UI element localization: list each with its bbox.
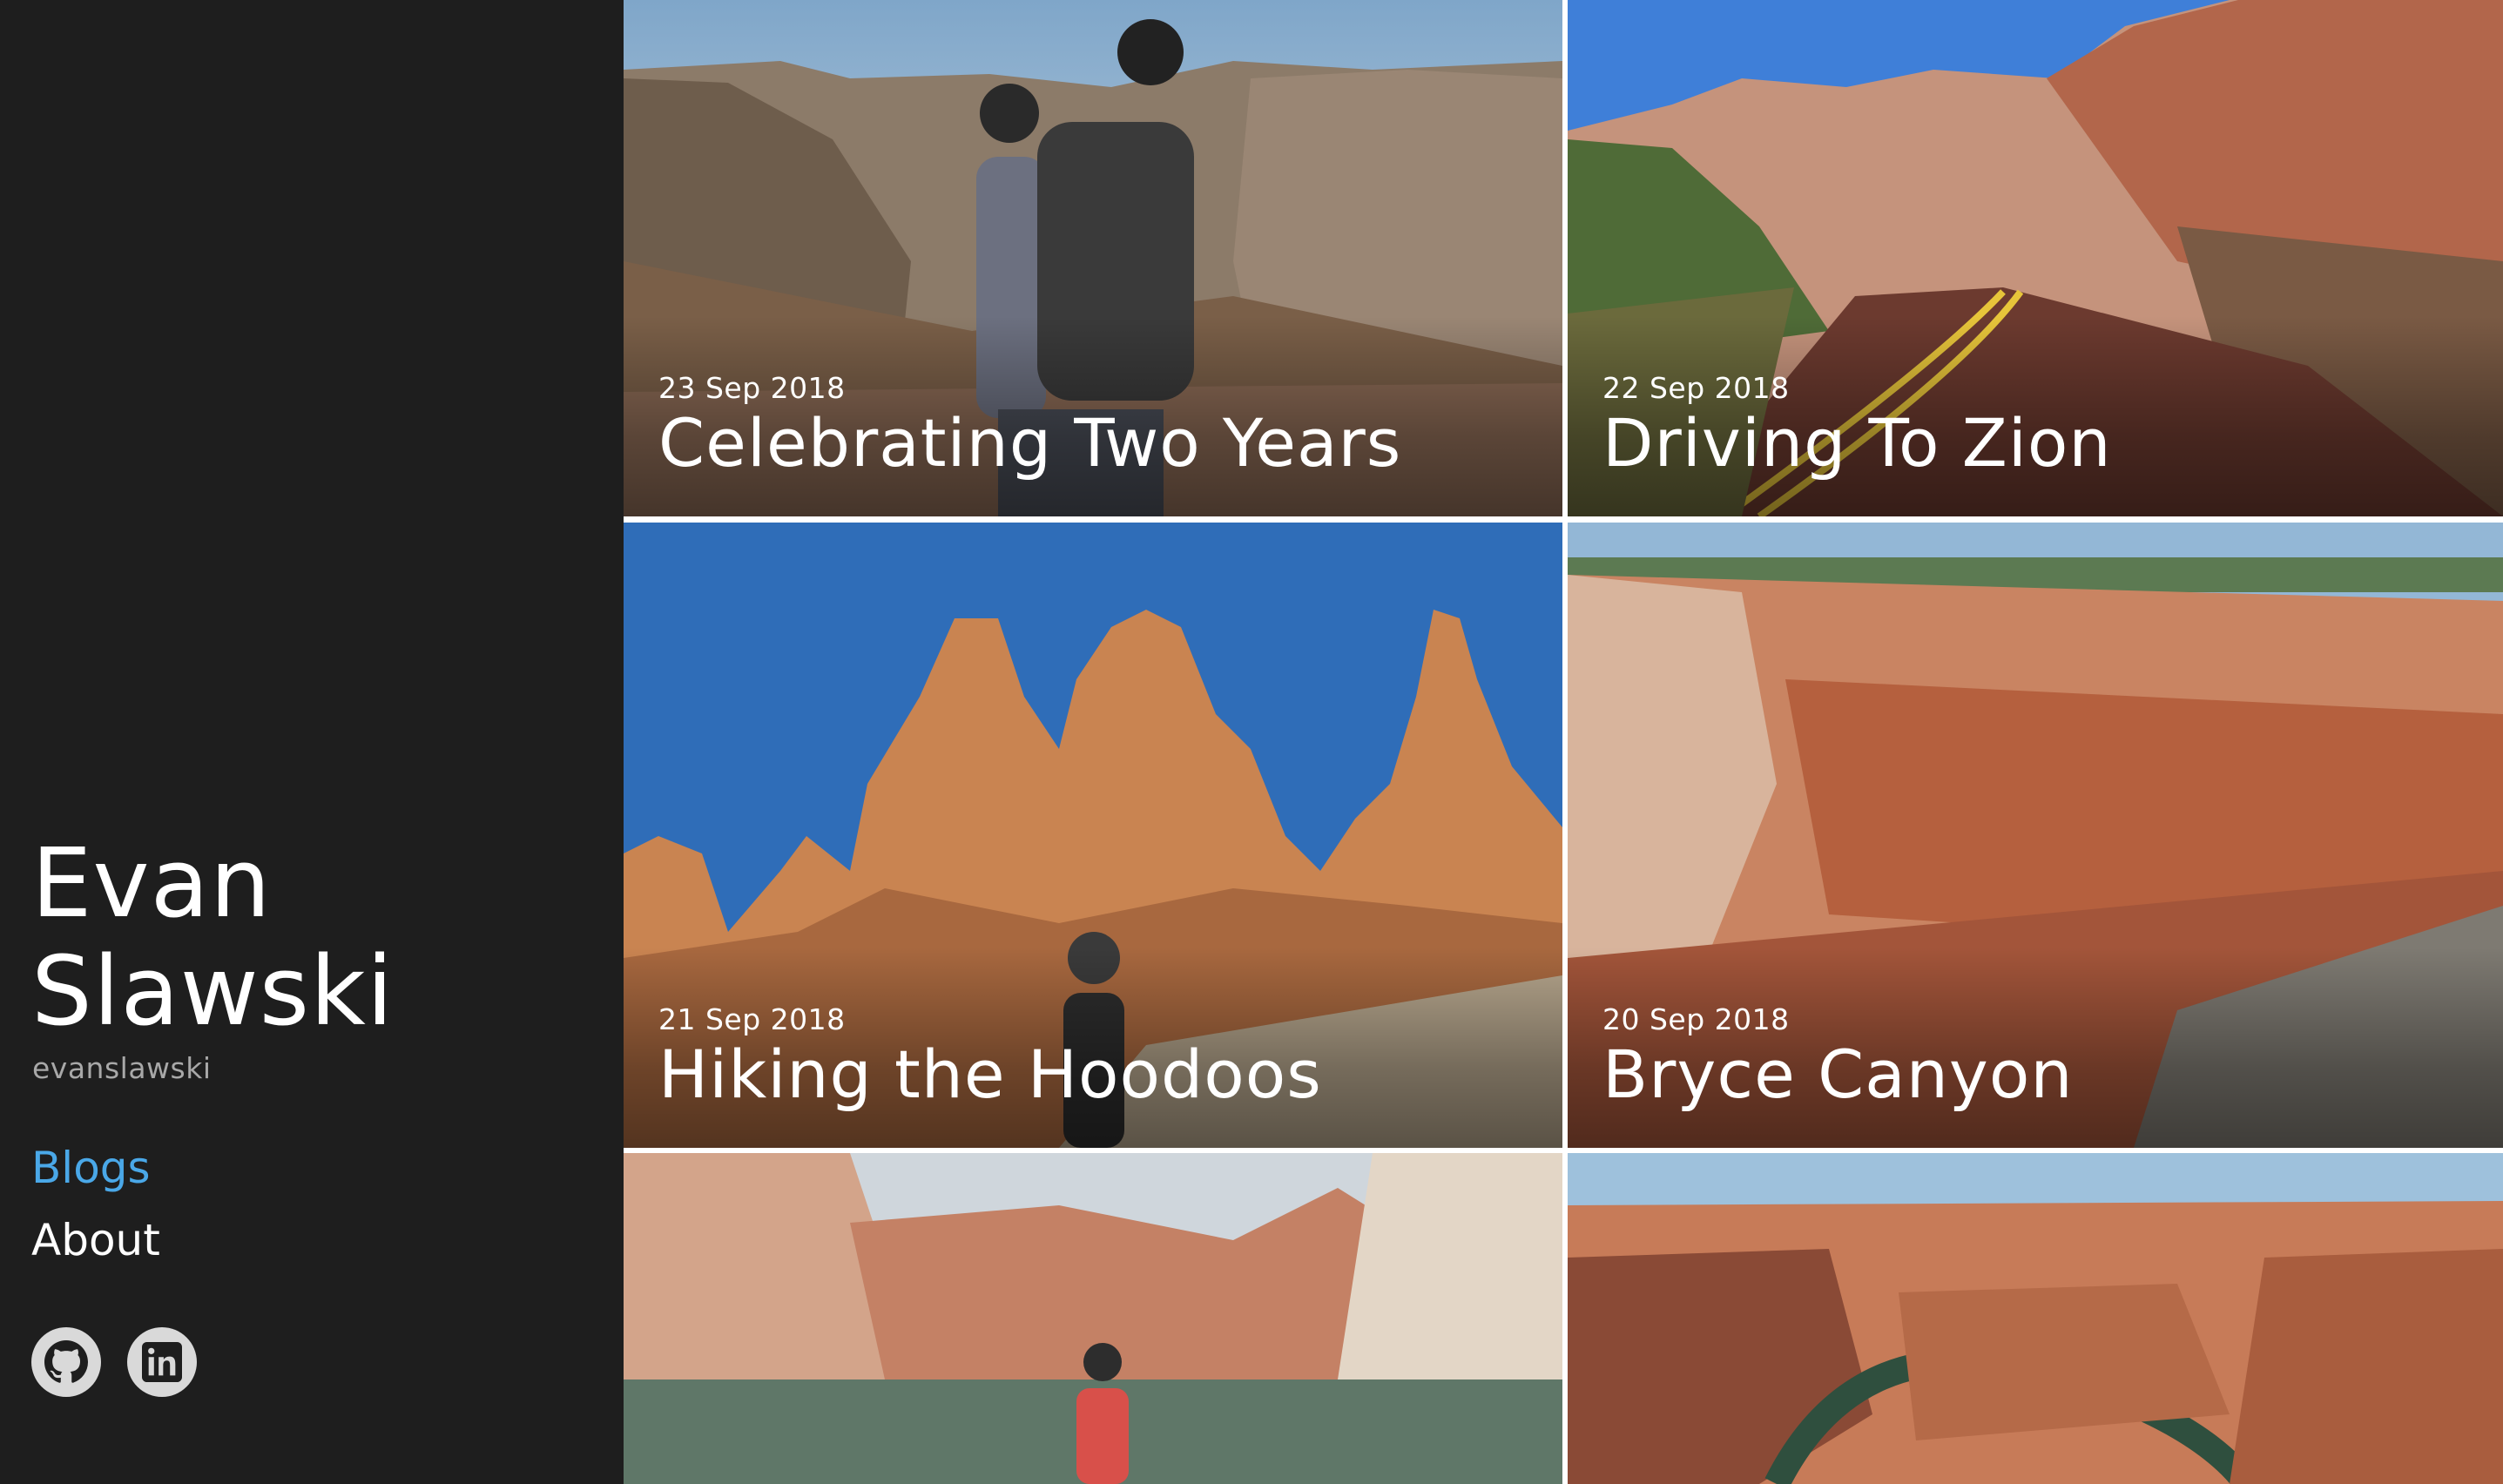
nav-item-blogs[interactable]: Blogs (31, 1132, 160, 1204)
post-date: 21 Sep 2018 (658, 1002, 846, 1036)
post-card[interactable]: 22 Sep 2018 Driving To Zion (1568, 0, 2503, 516)
username: evanslawski (32, 1051, 212, 1085)
linkedin-link[interactable] (127, 1327, 197, 1397)
social-links (31, 1327, 197, 1397)
post-title: Driving To Zion (1602, 404, 2112, 482)
page: Evan Slawski evanslawski Blogs About 23 … (0, 0, 2503, 1484)
main-nav: Blogs About (31, 1132, 160, 1277)
post-card[interactable] (1568, 1153, 2503, 1484)
post-title: Hiking the Hoodoos (658, 1035, 1322, 1113)
post-title: Bryce Canyon (1602, 1035, 2074, 1113)
name-first: Evan (31, 827, 272, 939)
post-image (624, 1153, 1562, 1484)
github-icon (44, 1340, 88, 1383)
post-image (1568, 1153, 2503, 1484)
post-card[interactable]: 20 Sep 2018 Bryce Canyon (1568, 523, 2503, 1148)
post-date: 23 Sep 2018 (658, 371, 846, 405)
github-link[interactable] (31, 1327, 101, 1397)
post-grid: 23 Sep 2018 Celebrating Two Years 22 Sep… (624, 0, 2503, 1484)
post-title: Celebrating Two Years (658, 404, 1402, 482)
name-last: Slawski (31, 935, 395, 1047)
post-card[interactable] (624, 1153, 1562, 1484)
linkedin-icon (142, 1342, 182, 1382)
sidebar: Evan Slawski evanslawski Blogs About (0, 0, 624, 1484)
post-date: 22 Sep 2018 (1602, 371, 1790, 405)
site-title[interactable]: Evan Slawski (31, 829, 606, 1045)
post-card[interactable]: 23 Sep 2018 Celebrating Two Years (624, 0, 1562, 516)
nav-item-about[interactable]: About (31, 1204, 160, 1277)
post-card[interactable]: 21 Sep 2018 Hiking the Hoodoos (624, 523, 1562, 1148)
post-date: 20 Sep 2018 (1602, 1002, 1790, 1036)
